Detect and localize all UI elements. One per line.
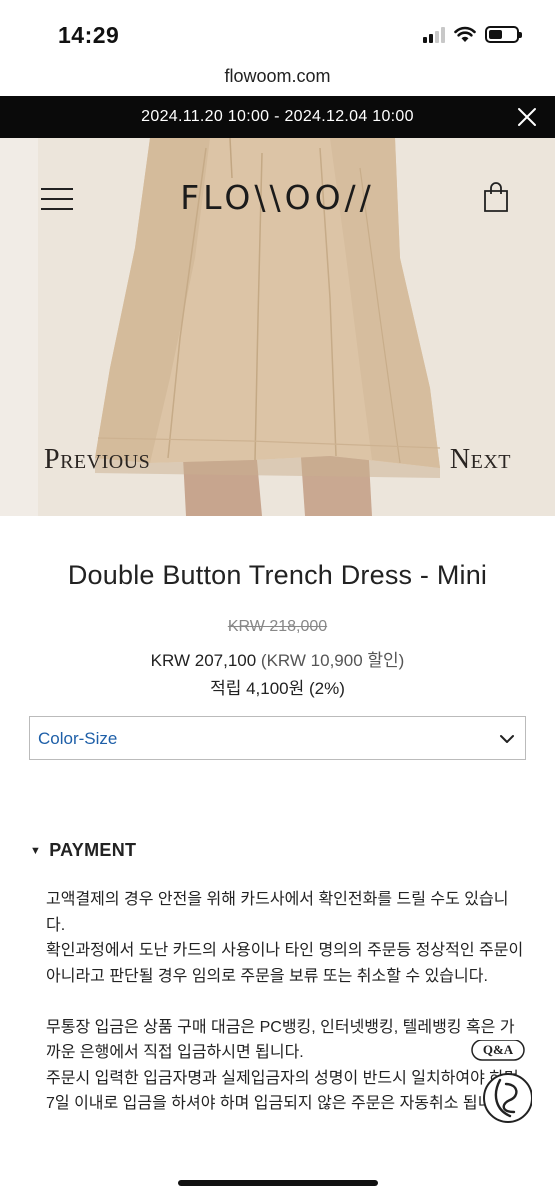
status-bar: 14:29: [0, 0, 555, 62]
promo-text: 2024.11.20 10:00 - 2024.12.04 10:00: [141, 108, 414, 125]
status-icons: [423, 26, 522, 43]
color-size-select[interactable]: Color-Size: [29, 716, 526, 760]
payment-heading: PAYMENT: [49, 840, 137, 860]
promo-banner: 2024.11.20 10:00 - 2024.12.04 10:00: [0, 96, 555, 138]
shopping-bag-icon[interactable]: [483, 182, 509, 212]
next-button[interactable]: Next: [450, 444, 511, 476]
select-label: Color-Size: [38, 729, 118, 748]
brand-logo[interactable]: FLO\\OO//: [0, 178, 555, 217]
qa-badge[interactable]: Q&A: [470, 1039, 533, 1140]
sale-price: KRW 207,100: [150, 651, 257, 670]
url-bar[interactable]: flowoom.com: [0, 62, 555, 96]
cellular-signal-icon: [423, 26, 445, 43]
payment-info: 고액결제의 경우 안전을 위해 카드사에서 확인전화를 드릴 수도 있습니다. …: [46, 887, 526, 1142]
previous-button[interactable]: Previous: [44, 444, 150, 476]
reward-points: 적립 4,100원 (2%): [210, 679, 345, 698]
payment-toggle[interactable]: ▼ PAYMENT: [30, 840, 136, 861]
discount-amount: (KRW 10,900 할인): [260, 651, 405, 670]
chevron-down-icon: [500, 735, 514, 743]
battery-icon: [485, 26, 522, 43]
original-price: KRW 218,000: [227, 618, 328, 635]
payment-paragraph: 고액결제의 경우 안전을 위해 카드사에서 확인전화를 드릴 수도 있습니다. …: [46, 891, 524, 985]
close-icon[interactable]: [515, 105, 539, 129]
status-time: 14:29: [58, 22, 120, 48]
product-title: Double Button Trench Dress - Mini: [67, 560, 488, 590]
home-indicator: [178, 1180, 378, 1186]
triangle-down-icon: ▼: [30, 845, 42, 857]
hero-image: FLO\\OO// Previous Next: [0, 138, 555, 516]
sale-price-line: KRW 207,100 (KRW 10,900 할인): [0, 646, 555, 671]
payment-paragraph: 무통장 입금은 상품 구매 대금은 PC뱅킹, 인터넷뱅킹, 텔레뱅킹 혹은 가…: [46, 1018, 523, 1113]
wifi-icon: [454, 26, 476, 42]
qa-label: Q&A: [482, 1042, 514, 1057]
